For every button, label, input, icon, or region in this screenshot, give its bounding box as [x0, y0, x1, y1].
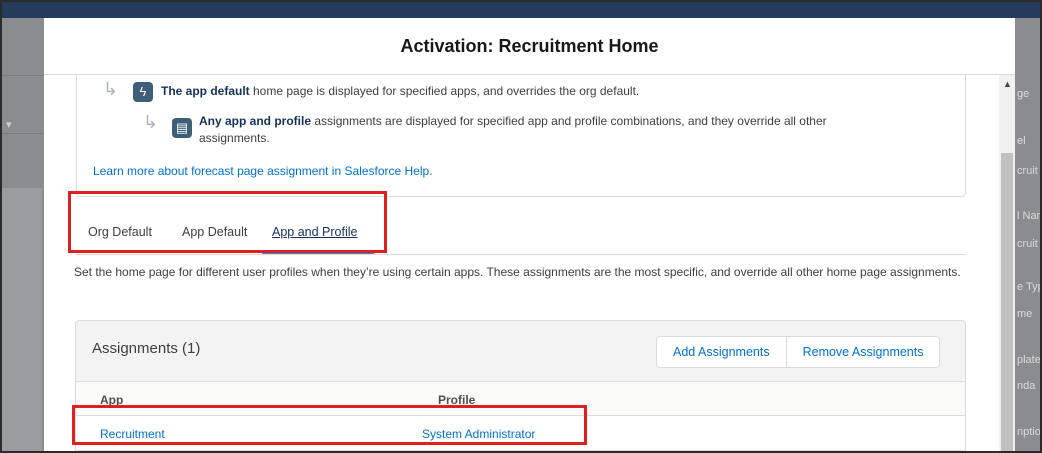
- background-header: [0, 0, 1042, 18]
- assignment-info-box: ↳ ϟ The app default home page is display…: [76, 75, 966, 197]
- app-default-bold: The app default: [161, 84, 250, 98]
- modal-scrollbar[interactable]: ▲: [999, 75, 1015, 453]
- background-text: nda: [1017, 380, 1036, 392]
- clipboard-icon: ▤: [172, 118, 192, 138]
- chevron-down-icon: ▾: [6, 119, 12, 131]
- app-default-rest: home page is displayed for specified app…: [249, 84, 640, 98]
- background-text: e Typ: [1017, 281, 1042, 293]
- background-text: cruit: [1017, 165, 1038, 177]
- modal-title: Activation: Recruitment Home: [400, 35, 659, 56]
- app-default-text: The app default home page is displayed f…: [161, 83, 639, 100]
- modal-body: ↳ ϟ The app default home page is display…: [44, 75, 999, 453]
- background-right-panel: ge el cruit l Nar cruit e Typ me plate n…: [1015, 18, 1042, 453]
- nested-arrow-icon: ↳: [143, 112, 159, 132]
- assignments-card-header: Assignments (1) Add Assignments Remove A…: [76, 321, 965, 381]
- assignments-button-group: Add Assignments Remove Assignments: [656, 336, 941, 368]
- row-highlight-box: [72, 405, 587, 445]
- modal-header: Activation: Recruitment Home: [44, 18, 1015, 75]
- learn-more-link[interactable]: Learn more about forecast page assignmen…: [93, 164, 433, 178]
- app-profile-bold: Any app and profile: [199, 114, 312, 128]
- background-text: nptio: [1017, 426, 1041, 438]
- app-profile-rest: assignments are displayed for specified …: [311, 114, 827, 128]
- nested-arrow-icon: ↳: [103, 79, 119, 99]
- scroll-up-arrow-icon[interactable]: ▲: [1003, 79, 1012, 89]
- lightning-icon: ϟ: [133, 82, 153, 102]
- background-text: el: [1017, 135, 1026, 147]
- tab-description: Set the home page for different user pro…: [74, 265, 961, 279]
- background-divider: [2, 18, 46, 76]
- tabs-highlight-box: [68, 191, 387, 253]
- background-text: cruit: [1017, 238, 1038, 250]
- background-left-card: [2, 188, 42, 453]
- background-text: me: [1017, 308, 1033, 320]
- remove-assignments-button[interactable]: Remove Assignments: [785, 337, 940, 367]
- background-text: ge: [1017, 88, 1030, 100]
- app-profile-rest-continued: assignments.: [199, 131, 270, 145]
- add-assignments-button[interactable]: Add Assignments: [657, 337, 786, 367]
- app-profile-text: Any app and profile assignments are disp…: [199, 113, 939, 147]
- background-text: plate: [1017, 354, 1041, 366]
- assignments-title: Assignments (1): [92, 340, 201, 357]
- scrollbar-thumb[interactable]: [1001, 153, 1013, 453]
- background-text: l Nar: [1017, 210, 1041, 222]
